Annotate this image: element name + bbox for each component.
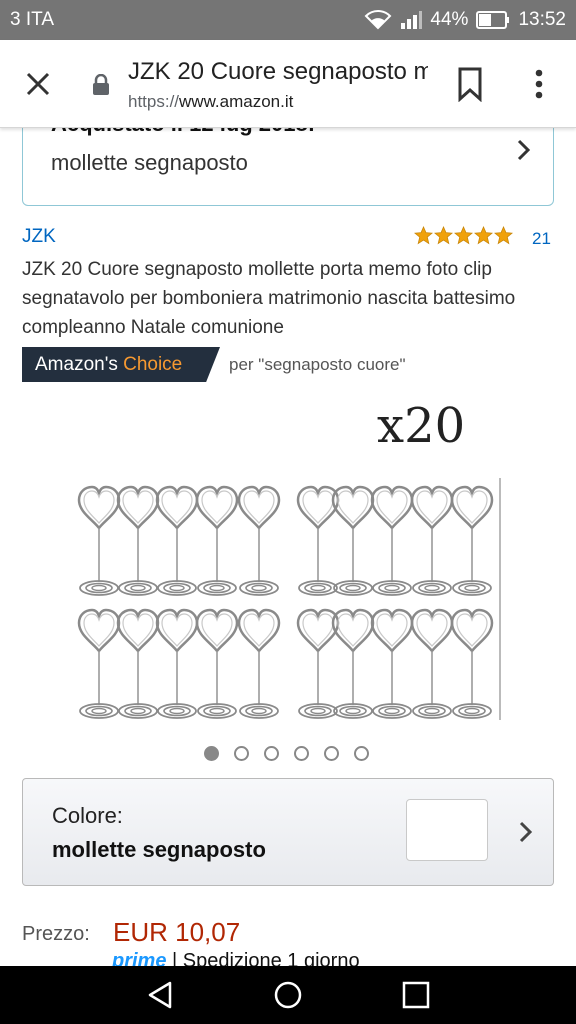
price-label: Prezzo: [22,923,90,945]
back-icon[interactable] [144,979,176,1011]
choice-keyword: per "segnaposto cuore" [229,355,406,374]
price-value: EUR 10,07 [113,917,241,947]
heart-holder-graphic [296,485,340,597]
close-icon[interactable] [20,66,56,102]
purchase-history-card[interactable]: Acquistato il 12 lug 2018: mollette segn… [22,128,554,206]
heart-holder-graphic [116,485,160,597]
carousel-dot[interactable] [234,746,249,761]
heart-holder-graphic [237,485,281,597]
carousel-dot[interactable] [324,746,339,761]
bookmark-icon[interactable] [454,66,486,102]
heart-holder-graphic [331,485,375,597]
star-icon [454,226,473,245]
overflow-menu-icon[interactable] [526,66,552,102]
star-icon [474,226,493,245]
heart-holder-graphic [155,608,199,720]
heart-holder-graphic [195,485,239,597]
star-rating[interactable] [414,226,513,245]
page-url[interactable]: https://www.amazon.it [128,92,293,112]
star-icon [414,226,433,245]
star-icon [434,226,453,245]
wifi-icon [365,10,392,30]
carrier-name: 3 ITA [10,9,54,30]
carousel-dot[interactable] [264,746,279,761]
carousel-dot[interactable] [204,746,219,761]
heart-holder-graphic [450,608,494,720]
product-title: JZK 20 Cuore segnaposto mollette porta m… [22,259,516,338]
chevron-right-icon [517,139,531,161]
review-count[interactable]: 21 [532,229,551,249]
battery-percent: 44% [430,9,469,30]
heart-holder-graphic [195,608,239,720]
heart-holder-graphic [155,485,199,597]
heart-holder-graphic [77,608,121,720]
clock: 13:52 [518,9,566,30]
recents-icon[interactable] [400,979,432,1011]
android-nav-bar [0,966,576,1024]
color-value: mollette segnaposto [52,837,266,862]
home-icon[interactable] [272,979,304,1011]
brand-link[interactable]: JZK [22,226,56,248]
carousel-dot[interactable] [354,746,369,761]
color-swatch[interactable] [406,799,488,861]
prime-shipping: prime | Spedizione 1 giorno [112,950,360,966]
quantity-label: x20 [377,398,465,454]
chevron-right-icon [519,821,533,843]
star-icon [494,226,513,245]
heart-holder-graphic [331,608,375,720]
color-selector[interactable]: Colore: mollette segnaposto [22,778,554,886]
heart-holder-graphic [410,608,454,720]
signal-icon [401,11,423,29]
page-title[interactable]: JZK 20 Cuore segnaposto mollette porta m… [128,58,428,86]
image-carousel-dots[interactable] [204,746,369,761]
purchase-item-label: mollette segnaposto [51,150,248,175]
heart-holder-graphic [450,485,494,597]
amazons-choice-badge: Amazon's Choice [22,347,220,382]
heart-holder-graphic [296,608,340,720]
battery-icon [476,11,510,29]
color-label: Colore: [52,803,123,828]
heart-holder-graphic [410,485,454,597]
heart-holder-graphic [370,485,414,597]
heart-holder-graphic [116,608,160,720]
browser-toolbar: JZK 20 Cuore segnaposto mollette porta m… [0,40,576,128]
prime-logo: prime [112,950,167,966]
lock-icon[interactable] [92,74,110,96]
heart-holder-graphic [77,485,121,597]
product-image[interactable]: x20 [72,398,504,728]
page-content: Acquistato il 12 lug 2018: mollette segn… [0,128,576,966]
heart-holder-graphic [370,608,414,720]
carousel-dot[interactable] [294,746,309,761]
purchase-date: Acquistato il 12 lug 2018: [51,128,315,137]
status-bar: 3 ITA 44% 13:52 [0,0,576,40]
heart-holder-graphic [237,608,281,720]
